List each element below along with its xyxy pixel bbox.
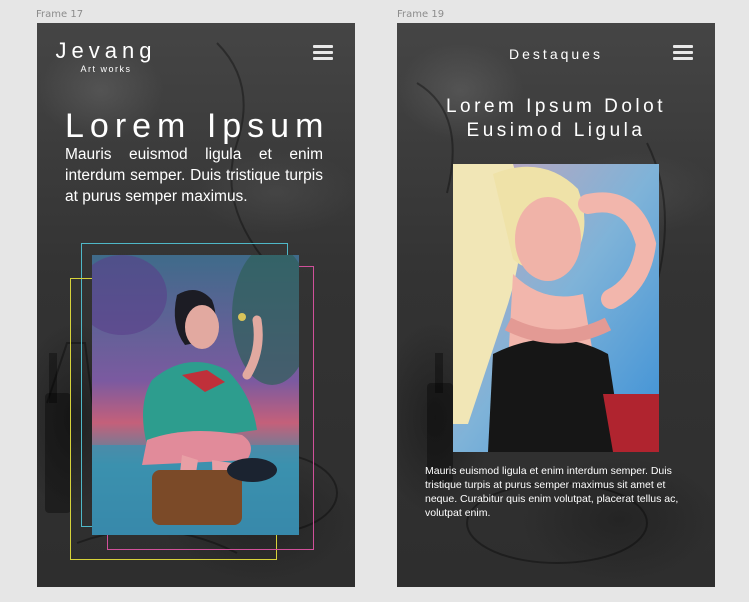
frame-label: Frame 17: [36, 9, 84, 20]
featured-description: Mauris euismod ligula et enim interdum s…: [425, 465, 679, 519]
section-title: Destaques: [509, 46, 603, 62]
frame-17: Jevang Art works Lorem Ipsum Mauris euis…: [37, 23, 355, 587]
hero-text: Mauris euismod ligula et enim interdum s…: [65, 146, 323, 205]
frame-19: Destaques Lorem Ipsum Dolot Eusimod Ligu…: [397, 23, 715, 587]
featured-title-line-1: Lorem Ipsum Dolot: [445, 96, 666, 117]
hamburger-menu-icon[interactable]: [313, 45, 333, 61]
featured-title-line-2: Eusimod Ligula: [466, 120, 646, 141]
featured-portrait[interactable]: [453, 164, 659, 452]
hamburger-menu-icon[interactable]: [673, 45, 693, 61]
frame-label: Frame 19: [397, 9, 445, 20]
hero-title: Lorem Ipsum: [65, 107, 330, 145]
logo[interactable]: Jevang Art works: [51, 38, 161, 75]
featured-title: Lorem Ipsum Dolot Eusimod Ligula: [397, 95, 715, 143]
featured-painting[interactable]: [92, 255, 299, 535]
logo-name: Jevang: [55, 38, 157, 63]
logo-subtitle: Art works: [80, 64, 132, 74]
